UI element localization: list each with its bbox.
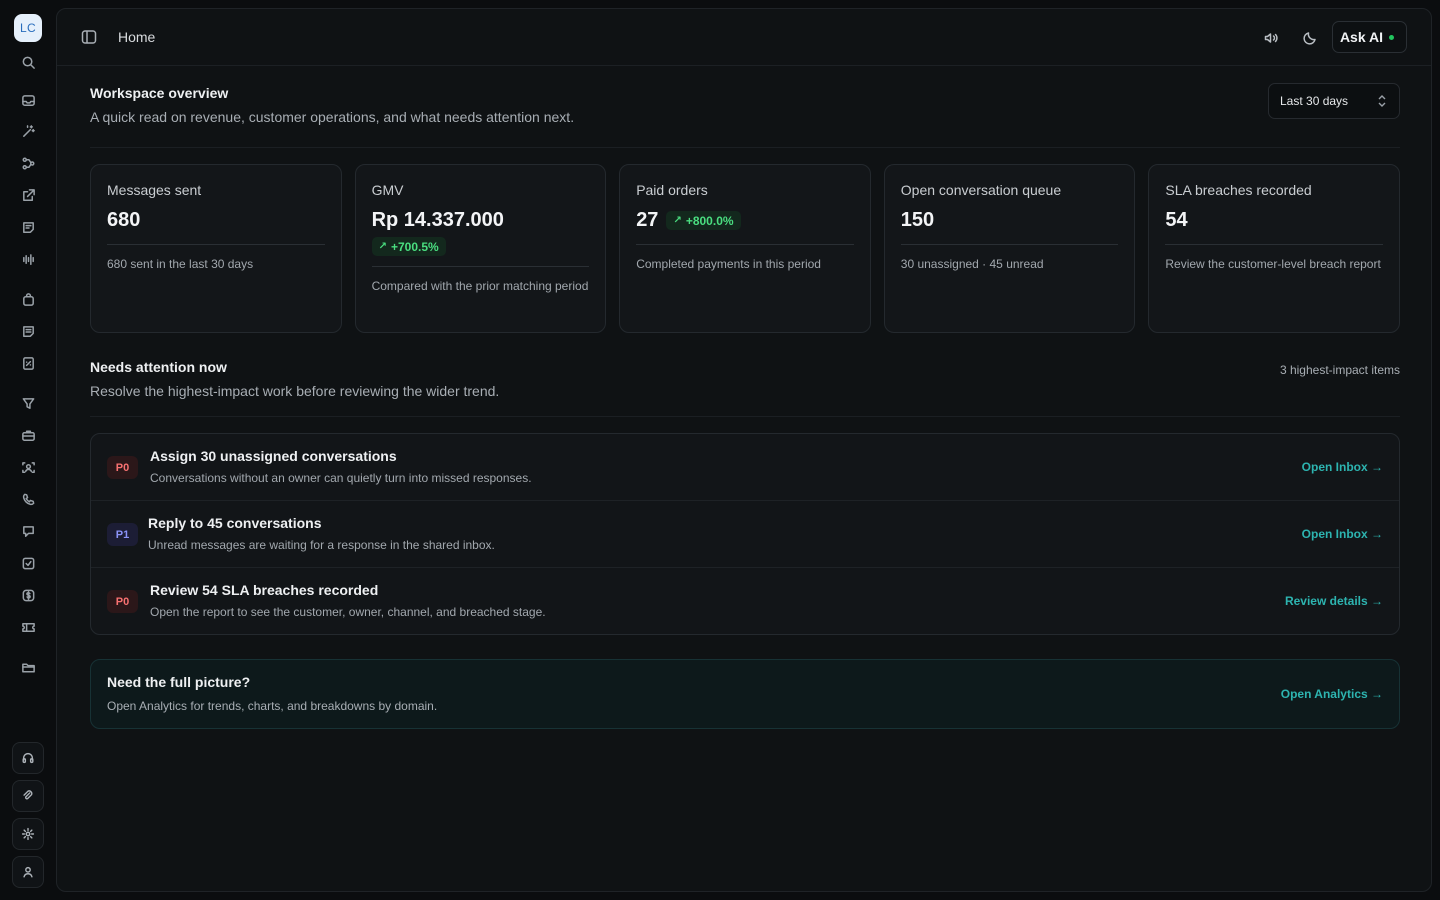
item-title: Review 54 SLA breaches recorded <box>150 582 379 598</box>
speaker-icon[interactable] <box>1261 28 1281 48</box>
notes-icon[interactable] <box>18 217 38 237</box>
topbar: Home Ask AI <box>57 9 1431 66</box>
arrow-up-right-icon: ↗ <box>673 215 682 226</box>
trend-value: +700.5% <box>390 239 439 254</box>
phone-icon[interactable] <box>18 489 38 509</box>
date-range-value: Last 30 days <box>1280 94 1349 108</box>
list-item: P0 Review 54 SLA breaches recorded Open … <box>91 568 1399 634</box>
page-subtitle: A quick read on revenue, customer operat… <box>90 109 575 125</box>
card-value: 680 <box>107 209 141 231</box>
folder-icon[interactable] <box>18 657 38 677</box>
list-item: P0 Assign 30 unassigned conversations Co… <box>91 434 1399 501</box>
workflow-icon[interactable] <box>18 153 38 173</box>
breadcrumb: Home <box>118 29 156 45</box>
headset-icon[interactable] <box>12 742 44 774</box>
attention-header: Needs attention now Resolve the highest-… <box>90 359 1400 416</box>
status-dot <box>1389 34 1394 40</box>
avatar[interactable]: LC <box>14 14 42 42</box>
attention-list: P0 Assign 30 unassigned conversations Co… <box>90 433 1400 635</box>
card-title: SLA breaches recorded <box>1165 182 1312 198</box>
card-note: 680 sent in the last 30 days <box>107 257 254 271</box>
card-title: Open conversation queue <box>900 182 1062 198</box>
moon-icon[interactable] <box>1300 28 1320 48</box>
divider <box>90 147 1400 148</box>
item-description: Conversations without an owner can quiet… <box>150 471 532 485</box>
document-icon[interactable] <box>18 321 38 341</box>
item-count: 3 highest-impact items <box>1279 363 1400 377</box>
bag-icon[interactable] <box>18 289 38 309</box>
priority-badge: P0 <box>107 456 138 479</box>
item-title: Reply to 45 conversations <box>148 515 322 531</box>
card-value: 54 <box>1165 209 1188 231</box>
magic-wand-icon[interactable] <box>18 121 38 141</box>
card-value: Rp 14.337.000 <box>371 209 504 231</box>
open-analytics-link[interactable]: Open Analytics → <box>1281 687 1383 701</box>
item-description: Open the report to see the customer, own… <box>150 605 546 619</box>
card-note: Review the customer-level breach report <box>1165 257 1381 271</box>
callout-title: Need the full picture? <box>107 674 251 690</box>
attachment-icon[interactable] <box>12 780 44 812</box>
section-subtitle: Resolve the highest-impact work before r… <box>90 383 500 399</box>
checkbox-icon[interactable] <box>18 553 38 573</box>
chevron-up-down-icon <box>1377 94 1389 108</box>
card-title: GMV <box>371 182 404 198</box>
analytics-callout: Need the full picture? Open Analytics fo… <box>90 659 1400 729</box>
open-inbox-link[interactable]: Open Inbox → <box>1302 460 1383 474</box>
card-note: Completed payments in this period <box>636 257 821 271</box>
chat-icon[interactable] <box>18 521 38 541</box>
review-details-link[interactable]: Review details → <box>1285 594 1383 608</box>
inbox-icon[interactable] <box>18 90 38 110</box>
arrow-up-right-icon: ↗ <box>378 241 387 252</box>
metric-card-open-queue: Open conversation queue 150 30 unassigne… <box>883 164 1136 333</box>
card-divider <box>900 244 1119 245</box>
search-icon[interactable] <box>18 52 38 72</box>
metric-card-paid-orders: Paid orders 27 ↗ +800.0% Completed paymen… <box>619 164 871 333</box>
trend-badge: ↗ +700.5% <box>371 237 446 256</box>
card-value: 150 <box>900 209 935 231</box>
dollar-icon[interactable] <box>18 585 38 605</box>
card-title: Paid orders <box>636 182 708 198</box>
overview-header: Workspace overview A quick read on reven… <box>90 66 1400 147</box>
audio-wave-icon[interactable] <box>18 249 38 269</box>
card-divider <box>636 244 854 245</box>
date-range-select[interactable]: Last 30 days <box>1268 83 1400 119</box>
card-divider <box>1165 244 1383 245</box>
trend-badge: ↗ +800.0% <box>666 211 741 230</box>
priority-badge: P1 <box>107 523 138 546</box>
external-link-icon[interactable] <box>18 185 38 205</box>
card-divider <box>107 244 325 245</box>
item-title: Assign 30 unassigned conversations <box>150 448 397 464</box>
card-note: Compared with the prior matching period <box>371 279 589 293</box>
page-title: Workspace overview <box>90 85 229 101</box>
metric-card-gmv: GMV Rp 14.337.000 ↗ +700.5% Compared with… <box>354 164 607 333</box>
funnel-icon[interactable] <box>18 393 38 413</box>
metric-cards: Messages sent 680 680 sent in the last 3… <box>90 164 1400 333</box>
priority-badge: P0 <box>107 590 138 613</box>
face-scan-icon[interactable] <box>18 457 38 477</box>
metric-card-sla-breaches: SLA breaches recorded 54 Review the cust… <box>1148 164 1400 333</box>
report-icon[interactable] <box>18 353 38 373</box>
sidebar-toggle-icon[interactable] <box>81 29 99 47</box>
divider <box>90 416 1400 417</box>
card-value: 27 <box>636 209 659 231</box>
trend-value: +800.0% <box>685 213 734 228</box>
settings-icon[interactable] <box>12 818 44 850</box>
user-icon[interactable] <box>12 856 44 888</box>
briefcase-icon[interactable] <box>18 425 38 445</box>
callout-description: Open Analytics for trends, charts, and b… <box>107 699 438 713</box>
open-inbox-link[interactable]: Open Inbox → <box>1302 527 1383 541</box>
card-title: Messages sent <box>107 182 202 198</box>
list-item: P1 Reply to 45 conversations Unread mess… <box>91 501 1399 568</box>
metric-card-messages-sent: Messages sent 680 680 sent in the last 3… <box>90 164 342 333</box>
content: Workspace overview A quick read on reven… <box>90 66 1400 729</box>
item-description: Unread messages are waiting for a respon… <box>148 538 495 552</box>
sidebar: LC <box>0 0 56 900</box>
main-panel: Home Ask AI Workspace overview A quick r… <box>56 8 1432 892</box>
ask-ai-button[interactable]: Ask AI <box>1331 21 1407 53</box>
card-divider <box>371 266 590 267</box>
card-note: 30 unassigned · 45 unread <box>900 257 1044 271</box>
section-title: Needs attention now <box>90 359 227 375</box>
ask-ai-label: Ask AI <box>1339 29 1383 45</box>
ticket-icon[interactable] <box>18 617 38 637</box>
